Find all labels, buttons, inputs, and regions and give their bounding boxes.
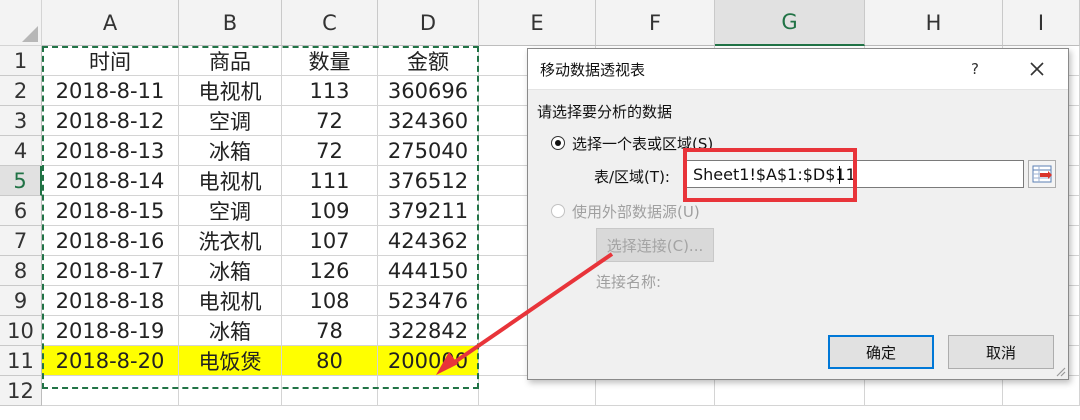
cell-i12[interactable] (1003, 376, 1080, 406)
select-all-triangle-icon (22, 26, 38, 42)
cell-a8[interactable]: 2018-8-17 (42, 256, 179, 286)
close-icon (1030, 62, 1044, 76)
cell-a4[interactable]: 2018-8-13 (42, 136, 179, 166)
cell-f12[interactable] (596, 376, 715, 406)
cell-c4[interactable]: 72 (282, 136, 378, 166)
cell-a5[interactable]: 2018-8-14 (42, 166, 179, 196)
cell-e12[interactable] (479, 376, 596, 406)
column-header-c[interactable]: C (282, 0, 378, 46)
cell-g12[interactable] (715, 376, 865, 406)
cell-d8[interactable]: 444150 (378, 256, 479, 286)
radio-selected-dot (555, 140, 561, 146)
cell-a9[interactable]: 2018-8-18 (42, 286, 179, 316)
cell-a10[interactable]: 2018-8-19 (42, 316, 179, 346)
column-header-i[interactable]: I (1003, 0, 1080, 46)
column-header-e[interactable]: E (479, 0, 596, 46)
ok-button[interactable]: 确定 (828, 335, 934, 369)
cell-b11[interactable]: 电饭煲 (179, 346, 282, 376)
cell-d2[interactable]: 360696 (378, 76, 479, 106)
cell-d5[interactable]: 376512 (378, 166, 479, 196)
cell-b10[interactable]: 冰箱 (179, 316, 282, 346)
external-source-label[interactable]: 使用外部数据源(U) (572, 201, 700, 222)
cell-c1[interactable]: 数量 (282, 46, 378, 76)
cell-b7[interactable]: 洗衣机 (179, 226, 282, 256)
row-header-4[interactable]: 4 (0, 136, 42, 166)
cell-b4[interactable]: 冰箱 (179, 136, 282, 166)
range-selector-icon (1032, 165, 1052, 183)
cell-b8[interactable]: 冰箱 (179, 256, 282, 286)
row-header-8[interactable]: 8 (0, 256, 42, 286)
row-header-7[interactable]: 7 (0, 226, 42, 256)
cell-d11[interactable]: 200000 (378, 346, 479, 376)
column-header-b[interactable]: B (179, 0, 282, 46)
external-source-radio[interactable] (551, 204, 565, 218)
row-header-11[interactable]: 11 (0, 346, 42, 376)
cell-b1[interactable]: 商品 (179, 46, 282, 76)
cell-c12[interactable] (282, 376, 378, 406)
cell-c5[interactable]: 111 (282, 166, 378, 196)
cell-a2[interactable]: 2018-8-11 (42, 76, 179, 106)
select-table-label[interactable]: 选择一个表或区域(S) (572, 133, 713, 154)
choose-connection-button[interactable]: 选择连接(C)... (596, 228, 714, 262)
cell-d6[interactable]: 379211 (378, 196, 479, 226)
move-pivot-table-dialog: 移动数据透视表 ? 请选择要分析的数据 选择一个表或区域(S) 表/区域(T):… (527, 48, 1069, 380)
cell-a1[interactable]: 时间 (42, 46, 179, 76)
row-header-5[interactable]: 5 (0, 166, 42, 196)
row-header-3[interactable]: 3 (0, 106, 42, 136)
cell-c8[interactable]: 126 (282, 256, 378, 286)
select-table-radio[interactable] (551, 136, 565, 150)
connection-name-label: 连接名称: (596, 273, 662, 291)
cell-a3[interactable]: 2018-8-12 (42, 106, 179, 136)
cell-a6[interactable]: 2018-8-15 (42, 196, 179, 226)
column-header-d[interactable]: D (378, 0, 479, 46)
row-header-1[interactable]: 1 (0, 46, 42, 76)
cancel-button[interactable]: 取消 (948, 335, 1054, 369)
cell-c10[interactable]: 78 (282, 316, 378, 346)
close-button[interactable] (1022, 57, 1052, 81)
row-header-2[interactable]: 2 (0, 76, 42, 106)
cell-d10[interactable]: 322842 (378, 316, 479, 346)
column-header-h[interactable]: H (865, 0, 1003, 46)
cell-c6[interactable]: 109 (282, 196, 378, 226)
cell-c2[interactable]: 113 (282, 76, 378, 106)
cell-a11[interactable]: 2018-8-20 (42, 346, 179, 376)
cell-d7[interactable]: 424362 (378, 226, 479, 256)
column-header-f[interactable]: F (596, 0, 715, 46)
cell-h12[interactable] (865, 376, 1003, 406)
cell-a7[interactable]: 2018-8-16 (42, 226, 179, 256)
text-caret (839, 166, 840, 184)
cell-b2[interactable]: 电视机 (179, 76, 282, 106)
cell-c11[interactable]: 80 (282, 346, 378, 376)
cell-c7[interactable]: 107 (282, 226, 378, 256)
cell-d9[interactable]: 523476 (378, 286, 479, 316)
cell-b3[interactable]: 空调 (179, 106, 282, 136)
cell-b6[interactable]: 空调 (179, 196, 282, 226)
cell-c3[interactable]: 72 (282, 106, 378, 136)
resize-grip-icon[interactable] (1054, 365, 1066, 377)
select-data-prompt: 请选择要分析的数据 (537, 103, 673, 121)
cell-b5[interactable]: 电视机 (179, 166, 282, 196)
dialog-title: 移动数据透视表 (540, 61, 646, 79)
row-header-9[interactable]: 9 (0, 286, 42, 316)
help-button[interactable]: ? (960, 57, 990, 81)
row-header-6[interactable]: 6 (0, 196, 42, 226)
cell-d3[interactable]: 324360 (378, 106, 479, 136)
cell-a12[interactable] (42, 376, 179, 406)
cell-c9[interactable]: 108 (282, 286, 378, 316)
select-all-corner[interactable] (0, 0, 42, 46)
cell-d1[interactable]: 金额 (378, 46, 479, 76)
cell-d12[interactable] (378, 376, 479, 406)
row-header-12[interactable]: 12 (0, 376, 42, 406)
row-header-10[interactable]: 10 (0, 316, 42, 346)
cell-d4[interactable]: 275040 (378, 136, 479, 166)
collapse-dialog-button[interactable] (1028, 160, 1056, 188)
range-label: 表/区域(T): (594, 168, 670, 186)
table-range-input[interactable] (686, 160, 1024, 188)
cell-b9[interactable]: 电视机 (179, 286, 282, 316)
dialog-title-bar[interactable]: 移动数据透视表 ? (528, 49, 1068, 90)
column-header-g[interactable]: G (715, 0, 865, 46)
cell-b12[interactable] (179, 376, 282, 406)
column-header-a[interactable]: A (42, 0, 179, 46)
